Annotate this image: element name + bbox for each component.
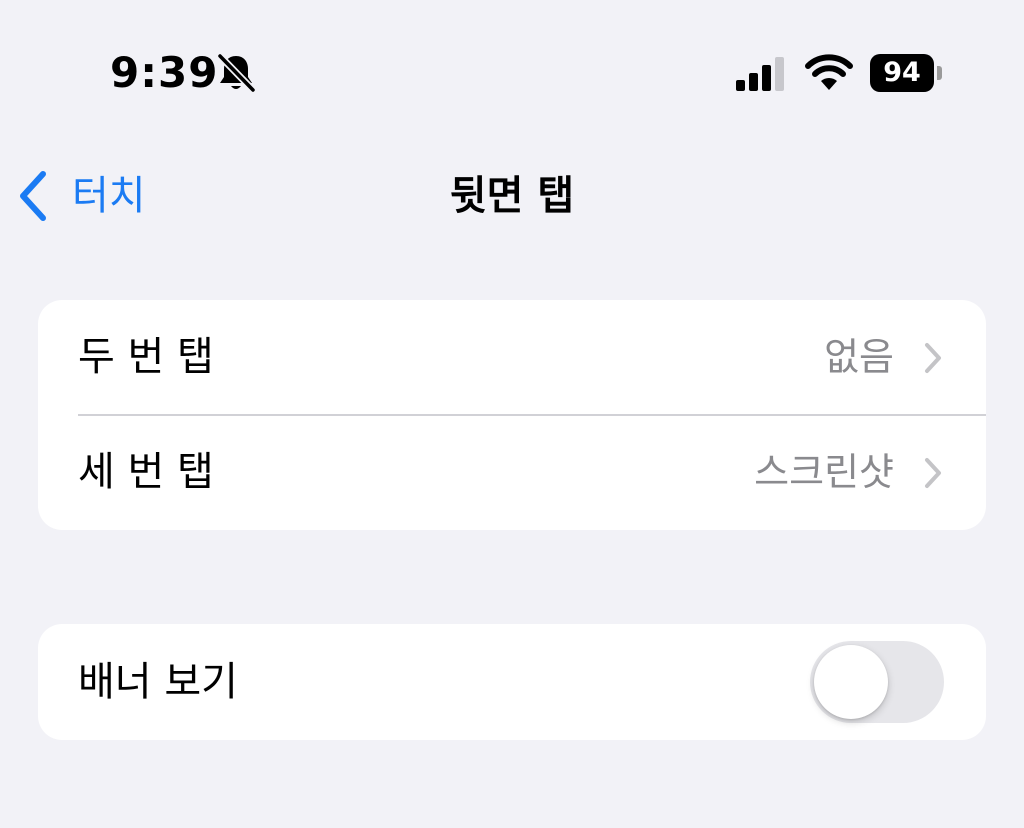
triple-tap-label: 세 번 탭 [78, 449, 214, 495]
double-tap-value: 없음 [824, 335, 894, 379]
triple-tap-value: 스크린샷 [754, 450, 894, 494]
cellular-signal-icon [736, 57, 784, 91]
tap-settings-group: 두 번 탭 없음 세 번 탭 스크린샷 [38, 300, 986, 530]
triple-tap-row[interactable]: 세 번 탭 스크린샷 [38, 415, 986, 530]
toggle-knob [814, 645, 888, 719]
show-banner-label: 배너 보기 [78, 659, 238, 705]
chevron-right-icon [925, 343, 941, 373]
battery-tip [937, 66, 942, 80]
double-tap-label: 두 번 탭 [78, 334, 214, 380]
page-title: 뒷면 탭 [449, 173, 575, 219]
show-banner-row: 배너 보기 [38, 624, 986, 740]
battery-icon: 94 [870, 54, 944, 92]
double-tap-row[interactable]: 두 번 탭 없음 [38, 300, 986, 416]
status-bar: 9:39 94 [0, 0, 1024, 150]
bell-slash-icon [216, 52, 256, 94]
show-banner-toggle[interactable] [810, 641, 944, 723]
wifi-icon [805, 54, 853, 90]
status-time: 9:39 [110, 48, 219, 97]
banner-settings-group: 배너 보기 [38, 624, 986, 740]
chevron-right-icon [925, 458, 941, 488]
battery-level: 94 [870, 54, 934, 92]
